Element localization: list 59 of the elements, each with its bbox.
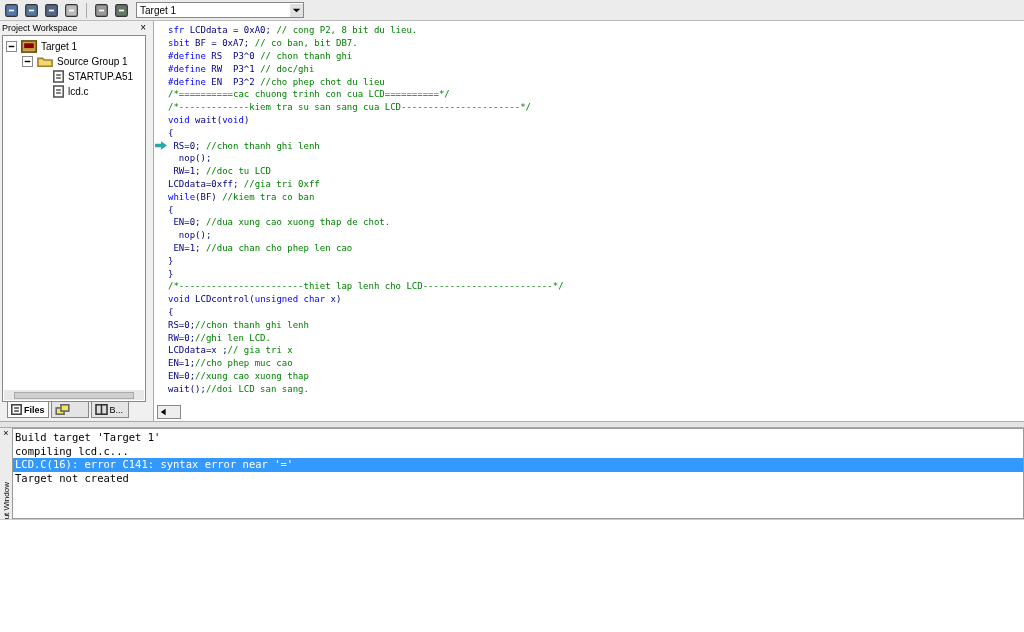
folder-icon [37, 56, 53, 67]
output-line[interactable]: Target not created [13, 471, 1023, 485]
collapse-toggle[interactable] [6, 41, 17, 52]
panel-tab[interactable]: Files [7, 402, 49, 418]
code-line: #define EN P3^2 //cho phep chot du lieu [168, 75, 385, 88]
register-icon [54, 404, 70, 415]
tree-item[interactable]: STARTUP.A51 [68, 70, 134, 83]
target-dropdown[interactable]: Target 1 [136, 2, 304, 18]
code-line: EN=0;//xung cao xuong thap [168, 369, 309, 382]
minus-icon [24, 58, 31, 65]
book-icon [94, 404, 108, 415]
editor-scrollbar[interactable] [157, 405, 181, 419]
code-line: /*-------------kiem tra su san sang cua LCD----------------------*/ [168, 101, 532, 114]
code-line: void LCDcontrol(unsigned char x) [168, 293, 342, 306]
code-line: nop(); [177, 229, 212, 242]
code-line: void wait(void) [168, 113, 250, 126]
code-line: #define RS P3^0 // chon thanh ghi [168, 50, 353, 62]
code-line: { [168, 126, 174, 139]
code-line: } [168, 267, 174, 280]
code-line: RS=0; //chon thanh ghi lenh [172, 139, 320, 152]
code-line: EN=1; //dua chan cho phep len cao [172, 241, 353, 254]
code-line: RW=0;//ghi len LCD. [168, 331, 271, 344]
output-line[interactable]: Build target 'Target 1' [13, 431, 1023, 445]
code-line: sfr LCDdata = 0xA0; // cong P2, 8 bit du lieu. [168, 24, 418, 37]
tree-item[interactable]: Target 1 [41, 40, 78, 53]
target-icon [21, 40, 37, 53]
code-line: nop(); [177, 152, 212, 165]
code-line: EN=0; //dua xung cao xuong thap de chot. [172, 216, 391, 229]
collapse-toggle[interactable] [22, 56, 33, 67]
tree-item[interactable]: Source Group 1 [57, 55, 128, 68]
panel-tab[interactable] [50, 402, 89, 418]
code-line: { [168, 203, 174, 216]
code-line: } [168, 254, 174, 267]
left-arrow-icon [160, 408, 168, 416]
output-line[interactable]: compiling lcd.c... [13, 444, 1023, 458]
code-line: sbit BF = 0xA7; // co ban, bit DB7. [168, 37, 358, 50]
panel-tab[interactable]: B... [90, 402, 129, 418]
code-line: LCDdata=0xff; //gia tri 0xff [168, 177, 320, 190]
code-line: while(BF) //kiem tra co ban [168, 190, 315, 203]
code-line: { [168, 305, 174, 318]
file-icon [53, 85, 64, 98]
horizontal-scrollbar[interactable] [4, 390, 144, 400]
code-line: EN=1;//cho phep muc cao [168, 357, 293, 370]
code-line: wait();//doi LCD san sang. [168, 382, 309, 395]
code-line: /*-----------------------thiet lap lenh cho LCD------------------------*/ [168, 280, 564, 293]
code-line: RS=0;//chon thanh ghi lenh [168, 318, 309, 331]
file-icon [53, 70, 64, 83]
document-icon [11, 404, 22, 415]
code-line: RW=1; //doc tu LCD [172, 165, 271, 178]
close-button[interactable]: × [140, 22, 146, 34]
minus-icon [8, 43, 15, 50]
close-button[interactable]: × [3, 428, 9, 438]
output-window-label: ut Window [0, 481, 12, 519]
caret-icon [290, 3, 303, 17]
tree-item[interactable]: lcd.c [68, 85, 89, 98]
panel-title: Project Workspace [2, 22, 78, 34]
code-line: LCDdata=x ;// gia tri x [168, 344, 293, 357]
code-line: #define RW P3^1 // doc/ghi [168, 62, 315, 75]
code-line: /*==========cac chuong trinh con cua LCD==========*/ [168, 88, 450, 101]
